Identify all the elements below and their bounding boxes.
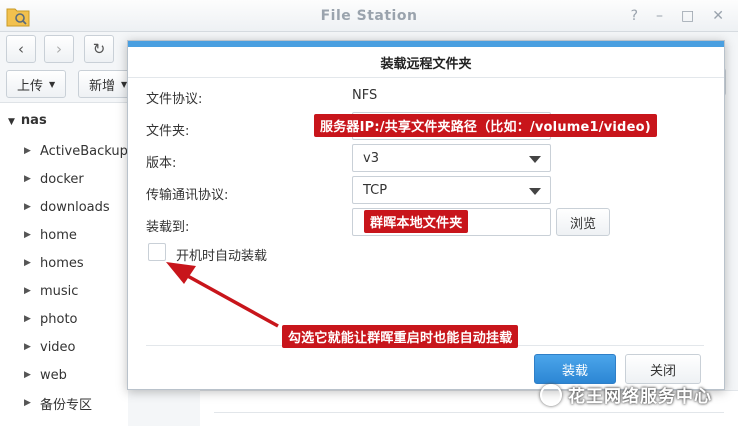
dialog-accent-bar [128,41,724,47]
back-button[interactable]: ‹ [6,35,36,63]
mount-hint-annotation: 群晖本地文件夹 [364,210,469,233]
folder-hint-annotation: 服务器IP:/共享文件夹路径（比如：/volume1/video) [314,114,657,137]
wechat-logo-icon [540,383,562,406]
refresh-icon: ↻ [92,40,106,58]
tree-item-label: ActiveBackupf [40,143,133,159]
maximize-icon[interactable]: □ [681,8,694,24]
tree-item[interactable]: ▶ home [24,225,77,245]
auto-mount-hint-annotation: 勾选它就能让群晖重启时也能自动挂载 [282,325,519,348]
caret-down-icon [529,156,541,163]
folder-tree: ▼ nas ▶ ActiveBackupf ▶ docker ▶ downloads ▶… [0,102,132,426]
tree-item-label: docker [40,171,84,187]
auto-mount-checkbox[interactable] [148,243,166,261]
caret-down-icon [529,188,541,195]
tree-root[interactable]: ▼ nas [8,113,47,128]
tree-item[interactable]: ▶ photo [24,309,78,329]
title-bar: File Station ? – □ ✕ [0,0,738,32]
tree-item-label: home [40,227,77,243]
tree-item-label: photo [40,311,78,327]
folder-label: 文件夹: [146,124,190,139]
divider [214,412,724,413]
new-label: 新增 [89,78,116,94]
chevron-left-icon: ‹ [18,40,24,58]
tree-item[interactable]: ▶ downloads [24,197,110,217]
caret-right-icon: ▶ [24,314,31,324]
dialog-title: 装载远程文件夹 [380,57,472,72]
tree-item-label: homes [40,255,84,271]
tree-item[interactable]: ▶ ActiveBackupf [24,141,132,161]
forward-button[interactable]: › [44,35,74,63]
tree-item[interactable]: ▶ web [24,365,67,385]
tree-item-label: downloads [40,199,110,215]
tree-item-label: video [40,339,76,355]
version-select-value: v3 [363,150,379,166]
protocol-label: 文件协议: [146,92,203,107]
caret-down-icon: ▼ [8,117,15,127]
transport-select[interactable]: TCP [352,176,551,204]
caret-right-icon: ▶ [24,342,31,352]
chevron-right-icon: › [56,40,62,58]
tree-item-label: music [40,283,79,299]
minimize-icon[interactable]: – [656,8,663,24]
upload-label: 上传 [17,78,44,94]
window-title: File Station [320,8,418,24]
tree-item-label: 备份专区 [40,397,93,413]
caret-right-icon: ▶ [24,398,31,408]
close-button[interactable]: 关闭 [625,354,701,384]
upload-button[interactable]: 上传 ▼ [6,70,67,98]
refresh-button[interactable]: ↻ [84,35,114,63]
auto-mount-label: 开机时自动装载 [176,249,268,264]
tree-item[interactable]: ▶ 备份专区 [24,393,92,413]
help-icon[interactable]: ? [631,8,638,24]
protocol-value: NFS [352,88,378,103]
watermark: 花王网络服务中心 [540,382,712,407]
tree-root-label: nas [20,113,47,128]
mount-button[interactable]: 装载 [534,354,616,384]
mount-to-label: 装载到: [146,220,190,235]
caret-down-icon: ▼ [49,79,56,89]
caret-right-icon: ▶ [24,230,31,240]
caret-right-icon: ▶ [24,258,31,268]
close-icon[interactable]: ✕ [712,8,724,24]
transport-select-value: TCP [363,182,388,198]
transport-label: 传输通讯协议: [146,188,229,203]
caret-right-icon: ▶ [24,202,31,212]
caret-right-icon: ▶ [24,370,31,380]
version-select[interactable]: v3 [352,144,551,172]
tree-item[interactable]: ▶ video [24,337,76,357]
caret-right-icon: ▶ [24,174,31,184]
version-label: 版本: [146,156,177,171]
caret-right-icon: ▶ [24,146,31,156]
tree-item[interactable]: ▶ homes [24,253,84,273]
caret-right-icon: ▶ [24,286,31,296]
tree-item[interactable]: ▶ docker [24,169,84,189]
watermark-text: 花王网络服务中心 [568,387,712,407]
tree-item-label: web [40,367,67,383]
divider [128,77,724,78]
tree-item[interactable]: ▶ music [24,281,78,301]
browse-button[interactable]: 浏览 [556,208,610,236]
